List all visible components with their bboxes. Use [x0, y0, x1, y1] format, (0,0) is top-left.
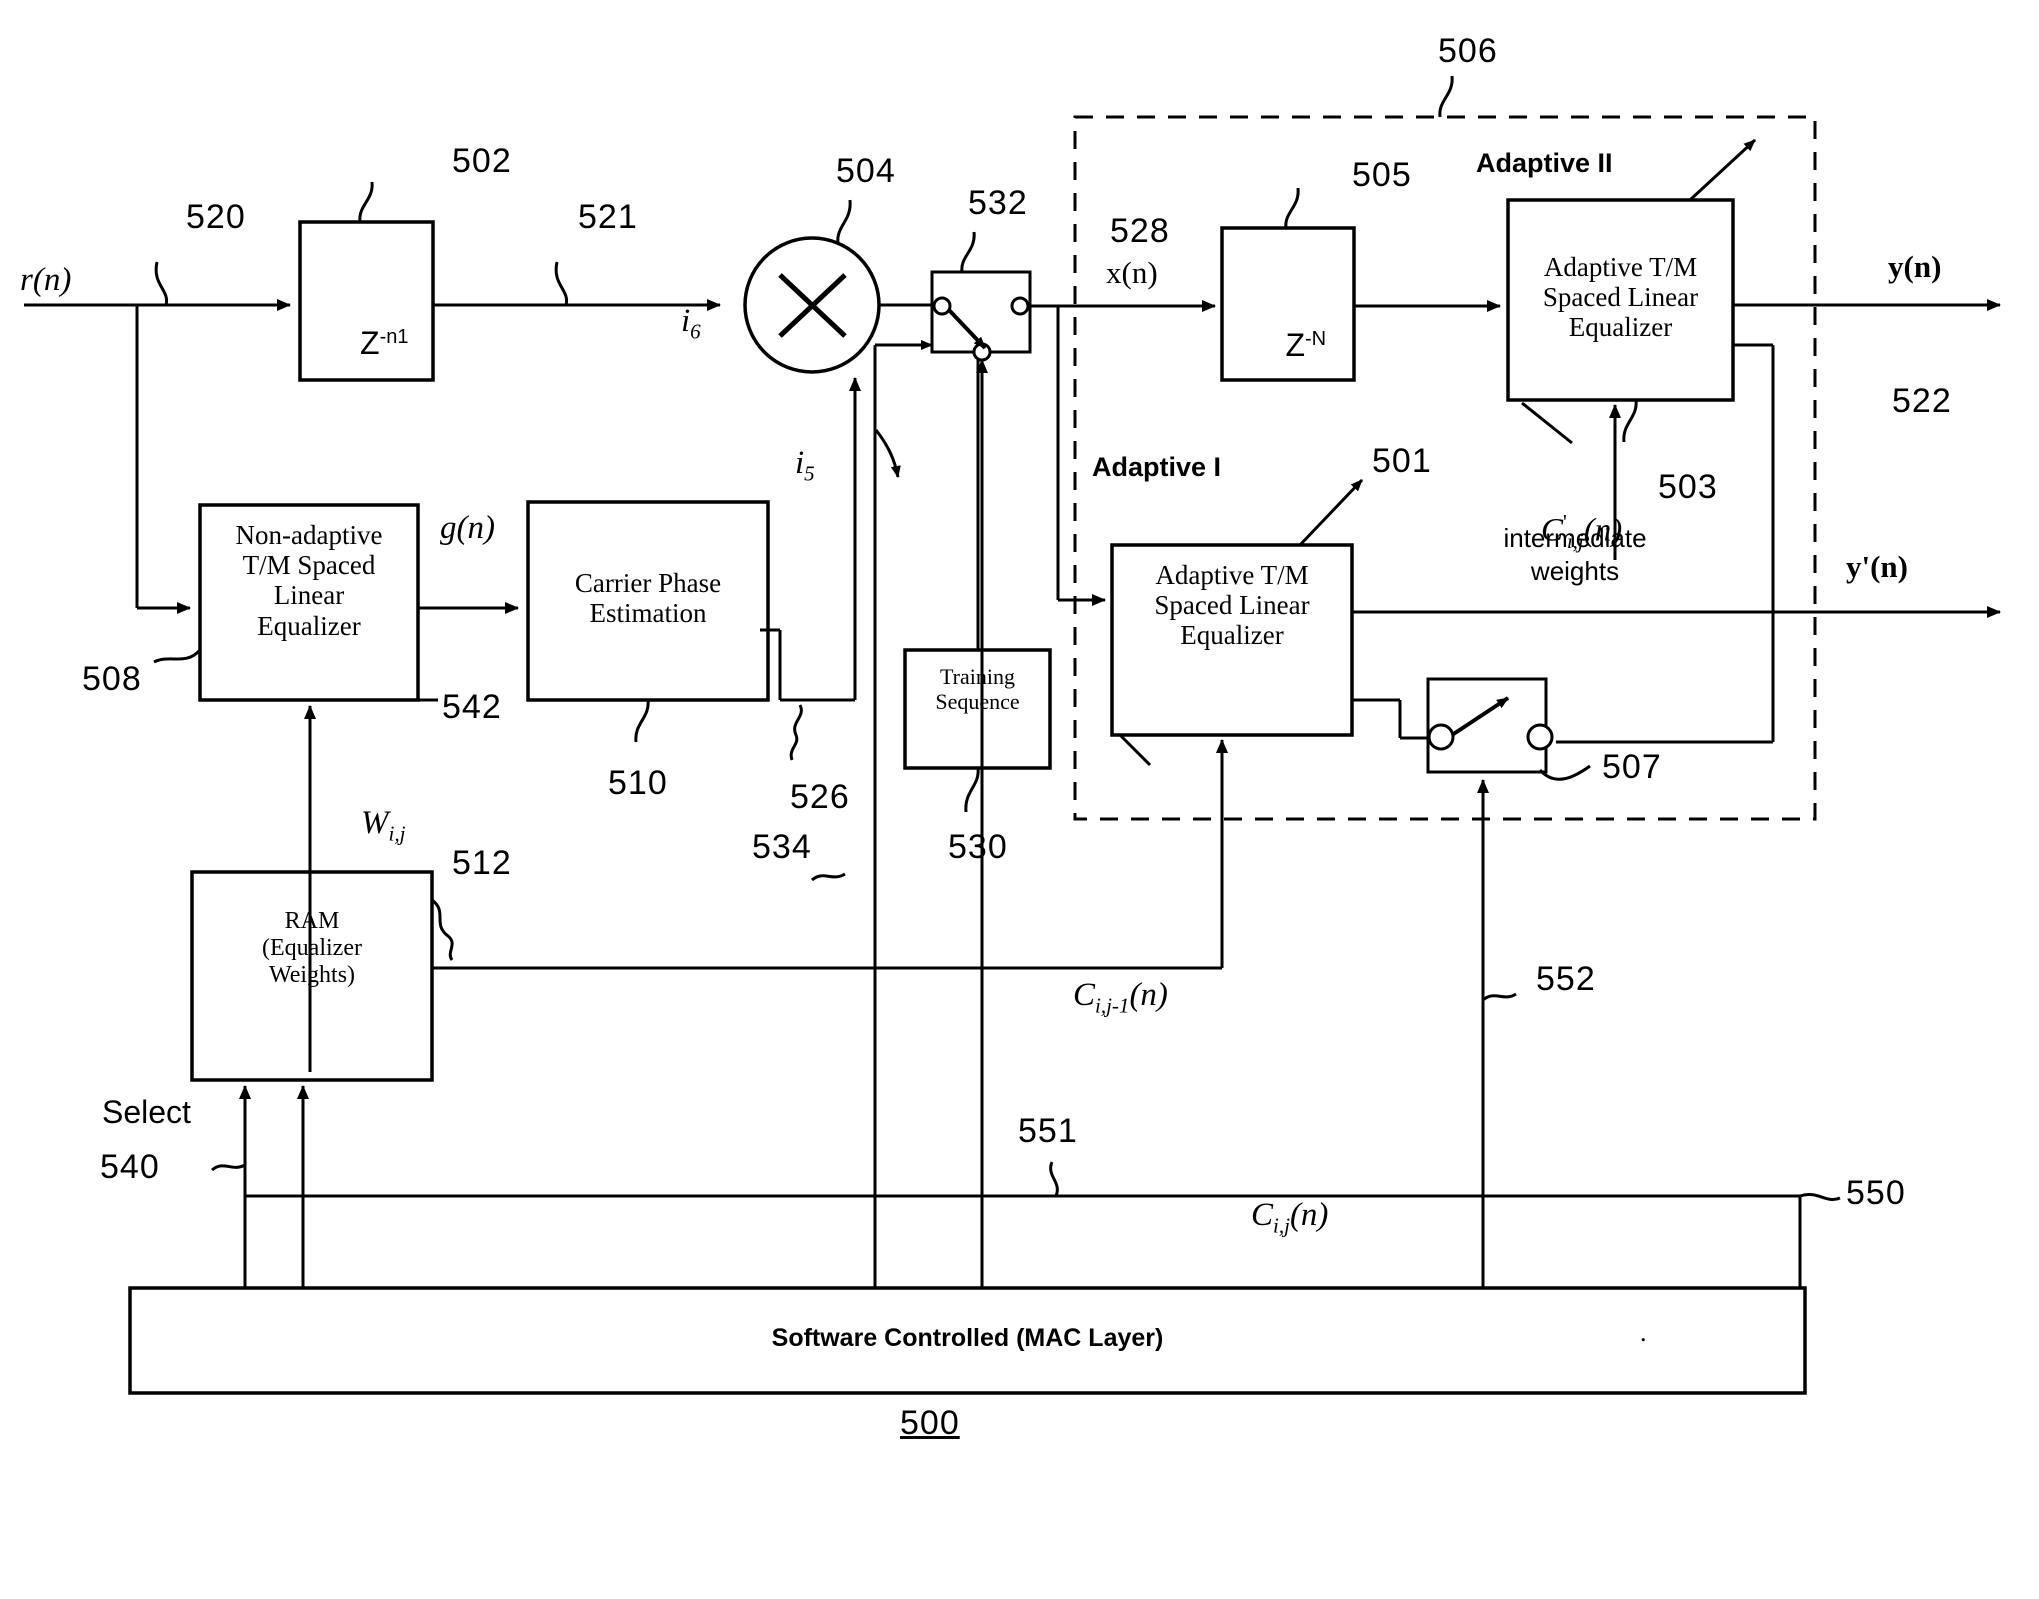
ref-534: 534	[752, 828, 812, 866]
ref-550: 550	[1846, 1174, 1906, 1212]
ref-505: 505	[1352, 156, 1412, 194]
ref-526: 526	[790, 778, 850, 816]
figure-number: 500	[900, 1404, 960, 1442]
block-label-adaptive-equalizer-two: Adaptive T/M Spaced Linear Equalizer	[1542, 252, 1699, 343]
block-label-nonadaptive-equalizer: Non-adaptive T/M Spaced Linear Equalizer	[235, 520, 383, 641]
ref-501: 501	[1372, 442, 1432, 480]
delay-N-z: Z	[1285, 326, 1305, 363]
block-label-adaptive-equalizer-one: Adaptive T/M Spaced Linear Equalizer	[1154, 560, 1310, 651]
i6-sub: 6	[690, 319, 701, 344]
c-ijm1-sub: i,j-1	[1095, 993, 1130, 1018]
ref-512: 512	[452, 844, 512, 882]
group-label-adaptive-one: Adaptive I	[1092, 452, 1222, 482]
delay-n1-exp: -n1	[379, 325, 409, 348]
c-ij-arg: (n)	[1289, 1196, 1329, 1233]
ref-522: 522	[1892, 382, 1952, 420]
block-label-delay-n1: Z-n1	[300, 290, 433, 397]
block-label-ram: RAM (Equalizer Weights)	[262, 908, 362, 988]
ref-508: 508	[82, 660, 142, 698]
ref-540: 540	[100, 1148, 160, 1186]
ref-542: 542	[442, 688, 502, 726]
label-select: Select	[102, 1094, 191, 1130]
signal-label-c-ij: Ci,j(n)	[1218, 1160, 1328, 1275]
delay-N-exp: -N	[1305, 327, 1327, 350]
c-ijm1-base: C	[1073, 976, 1096, 1013]
diagram-lines	[24, 75, 2001, 1395]
w-sub: i,j	[388, 821, 406, 846]
w-base: W	[361, 804, 389, 841]
group-label-adaptive-two: Adaptive II	[1476, 148, 1613, 178]
block-label-training-sequence: Training Sequence	[935, 664, 1020, 714]
i6-base: i	[681, 302, 691, 339]
block-label-delay-N: Z-N	[1222, 292, 1354, 399]
signal-label-y-of-n: y(n)	[1888, 249, 1942, 284]
ref-521: 521	[578, 198, 638, 236]
mac-dot-mark: .	[1640, 1318, 1647, 1347]
signal-label-y-prime-of-n: y'(n)	[1846, 549, 1908, 584]
ref-503: 503	[1658, 468, 1718, 506]
ref-552: 552	[1536, 960, 1596, 998]
signal-label-i6: i6	[648, 266, 701, 381]
ref-551: 551	[1018, 1112, 1078, 1150]
block-label-carrier-phase-estimation: Carrier Phase Estimation	[574, 568, 722, 629]
i5-base: i	[795, 444, 805, 481]
ref-532: 532	[968, 184, 1028, 222]
ref-506: 506	[1438, 32, 1498, 70]
signal-label-c-ij-minus-1: Ci,j-1(n)	[1040, 940, 1168, 1055]
label-intermediate-weights: intermediate weights	[1503, 523, 1647, 586]
ref-528: 528	[1110, 212, 1170, 250]
ref-507: 507	[1602, 748, 1662, 786]
i5-sub: 5	[804, 461, 815, 486]
block-label-mac-layer: Software Controlled (MAC Layer)	[771, 1324, 1164, 1352]
ref-510: 510	[608, 764, 668, 802]
ref-530: 530	[948, 828, 1008, 866]
c-ij-sub: i,j	[1273, 1213, 1290, 1238]
ref-520: 520	[186, 198, 246, 236]
signal-label-i5: i5	[762, 408, 815, 523]
signal-label-input: r(n)	[20, 262, 72, 298]
signal-label-g-of-n: g(n)	[440, 510, 495, 546]
signal-label-x-of-n: x(n)	[1106, 255, 1158, 290]
c-ij-base: C	[1251, 1196, 1274, 1233]
c-ijm1-arg: (n)	[1129, 976, 1168, 1013]
delay-n1-z: Z	[360, 324, 380, 361]
patent-figure-canvas: r(n) 520 502 521 Z-n1 i6 504 532 i5 526 …	[0, 0, 2039, 1599]
ref-502: 502	[452, 142, 512, 180]
signal-label-weights-w: Wi,j	[328, 768, 405, 883]
ref-504: 504	[836, 152, 896, 190]
